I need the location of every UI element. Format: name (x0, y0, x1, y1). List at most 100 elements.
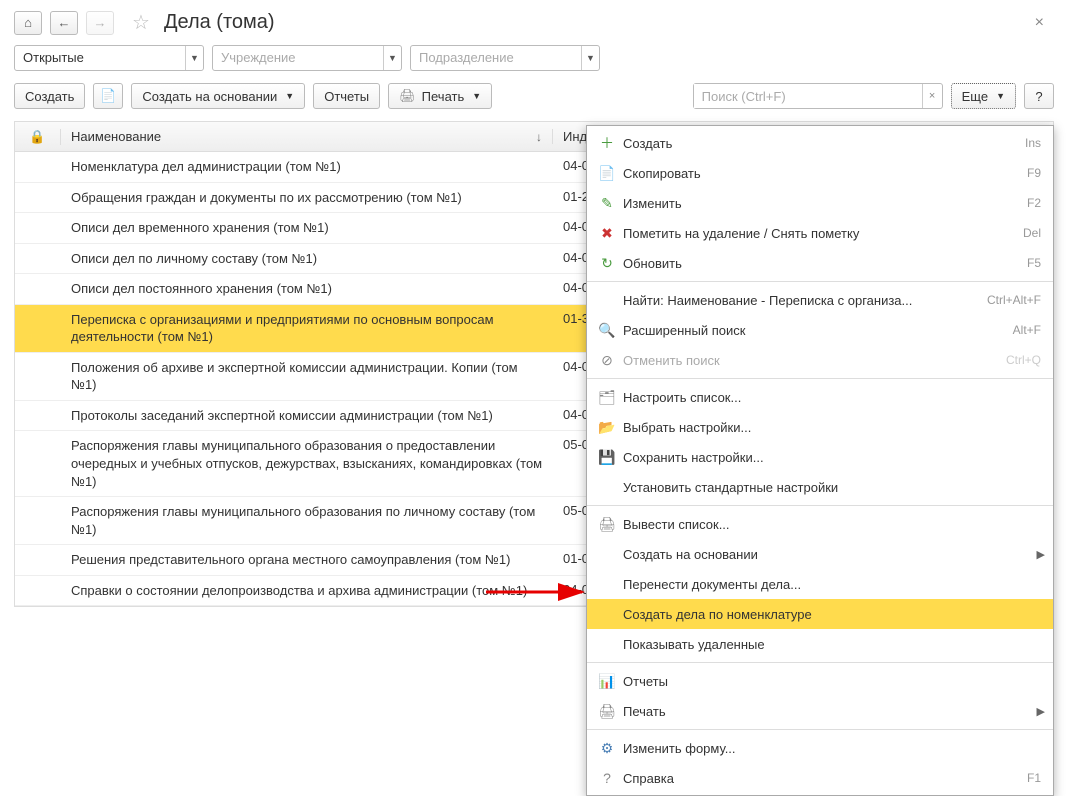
menu-item-label: Справка (623, 771, 1027, 786)
more-button[interactable]: Еще ▼ (951, 83, 1016, 109)
menu-item-label: Создать (623, 136, 1025, 151)
menu-item[interactable]: 📂 Выбрать настройки... (587, 412, 1053, 442)
search-box[interactable]: × (693, 83, 943, 109)
name-cell: Переписка с организациями и предприятиям… (61, 305, 553, 352)
menu-item[interactable]: ＋ СоздатьIns (587, 128, 1053, 158)
menu-item[interactable]: Создать дела по номенклатуре (587, 599, 1053, 629)
name-cell: Описи дел постоянного хранения (том №1) (61, 274, 553, 304)
menu-item[interactable]: 🔍Расширенный поискAlt+F (587, 315, 1053, 345)
lock-column-header[interactable]: 🔒 (15, 129, 61, 145)
create-based-button[interactable]: Создать на основании ▼ (131, 83, 305, 109)
menu-item[interactable]: ⊘Отменить поискCtrl+Q (587, 345, 1053, 375)
menu-item-icon: 🗂 (595, 389, 619, 406)
menu-item-label: Создать на основании (623, 547, 1041, 562)
dept-filter[interactable]: Подразделение ▼ (410, 45, 600, 71)
menu-item-icon: 📄 (595, 165, 619, 182)
menu-item[interactable]: 🖨Вывести список... (587, 509, 1053, 539)
menu-item-shortcut: Ctrl+Q (1006, 353, 1041, 367)
menu-item-icon: 📂 (595, 419, 619, 436)
chevron-down-icon[interactable]: ▼ (383, 46, 401, 70)
name-cell: Обращения граждан и документы по их расс… (61, 183, 553, 213)
close-button[interactable]: × (1035, 14, 1044, 32)
menu-item[interactable]: 💾Сохранить настройки... (587, 442, 1053, 472)
name-cell: Решения представительного органа местног… (61, 545, 553, 575)
create-button-label: Создать (25, 89, 74, 104)
print-button[interactable]: 🖨Печать▼ (388, 83, 492, 109)
menu-item[interactable]: Перенести документы дела... (587, 569, 1053, 599)
name-cell: Описи дел временного хранения (том №1) (61, 213, 553, 243)
menu-item-icon: ? (595, 770, 619, 786)
create-based-label: Создать на основании (142, 89, 277, 104)
dept-filter-placeholder: Подразделение (411, 46, 581, 70)
menu-separator (587, 729, 1053, 730)
chevron-down-icon: ▼ (472, 91, 481, 101)
menu-item-icon: 📊 (595, 673, 619, 690)
menu-item[interactable]: Установить стандартные настройки (587, 472, 1053, 502)
chevron-down-icon[interactable]: ▼ (185, 46, 203, 70)
search-input[interactable] (694, 84, 922, 108)
chevron-down-icon[interactable]: ▼ (581, 46, 599, 70)
page-title: Дела (тома) (164, 11, 275, 34)
menu-item-label: Пометить на удаление / Снять пометку (623, 226, 1023, 241)
name-cell: Распоряжения главы муниципального образо… (61, 431, 553, 496)
menu-item-shortcut: F9 (1027, 166, 1041, 180)
menu-item[interactable]: Показывать удаленные (587, 629, 1053, 659)
menu-item-label: Вывести список... (623, 517, 1041, 532)
menu-item-label: Выбрать настройки... (623, 420, 1041, 435)
print-label: Печать (422, 89, 465, 104)
menu-item-shortcut: Ctrl+Alt+F (987, 293, 1041, 307)
menu-item-label: Обновить (623, 256, 1027, 271)
menu-item[interactable]: 🖨Печать▶ (587, 696, 1053, 726)
sort-indicator-icon: ↓ (536, 130, 542, 144)
reports-label: Отчеты (324, 89, 369, 104)
status-filter[interactable]: Открытые ▼ (14, 45, 204, 71)
reports-button[interactable]: Отчеты (313, 83, 380, 109)
name-column-header[interactable]: Наименование ↓ (61, 129, 553, 144)
back-button[interactable]: ← (50, 11, 78, 35)
menu-item-label: Настроить список... (623, 390, 1041, 405)
menu-item[interactable]: ✖Пометить на удаление / Снять пометкуDel (587, 218, 1053, 248)
menu-item-shortcut: F1 (1027, 771, 1041, 785)
menu-item-shortcut: Ins (1025, 136, 1041, 150)
org-filter[interactable]: Учреждение ▼ (212, 45, 402, 71)
menu-item-shortcut: F5 (1027, 256, 1041, 270)
copy-icon: 📄 (100, 88, 116, 104)
name-cell: Справки о состоянии делопроизводства и а… (61, 576, 553, 606)
menu-item-shortcut: Alt+F (1013, 323, 1041, 337)
menu-item[interactable]: 📊 Отчеты (587, 666, 1053, 696)
menu-item[interactable]: ↻ОбновитьF5 (587, 248, 1053, 278)
more-label: Еще (962, 89, 988, 104)
menu-item-icon: ＋ (595, 133, 619, 153)
home-button[interactable]: ⌂ (14, 11, 42, 35)
menu-item[interactable]: 🗂 Настроить список... (587, 382, 1053, 412)
search-clear-button[interactable]: × (922, 84, 942, 108)
menu-item-label: Создать дела по номенклатуре (623, 607, 1041, 622)
menu-item[interactable]: Найти: Наименование - Переписка с органи… (587, 285, 1053, 315)
chevron-down-icon: ▼ (285, 91, 294, 101)
help-button[interactable]: ? (1024, 83, 1054, 109)
name-column-label: Наименование (71, 129, 161, 144)
help-icon: ? (1035, 89, 1042, 104)
menu-item[interactable]: ? СправкаF1 (587, 763, 1053, 793)
menu-item[interactable]: ✎ИзменитьF2 (587, 188, 1053, 218)
menu-item-label: Отчеты (623, 674, 1041, 689)
menu-item[interactable]: 📄 СкопироватьF9 (587, 158, 1053, 188)
org-filter-placeholder: Учреждение (213, 46, 383, 70)
menu-item-label: Изменить форму... (623, 741, 1041, 756)
name-cell: Протоколы заседаний экспертной комиссии … (61, 401, 553, 431)
menu-item-shortcut: Del (1023, 226, 1041, 240)
menu-item[interactable]: Создать на основании▶ (587, 539, 1053, 569)
forward-button[interactable]: → (86, 11, 114, 35)
menu-item-label: Сохранить настройки... (623, 450, 1041, 465)
menu-separator (587, 281, 1053, 282)
chevron-down-icon: ▼ (996, 91, 1005, 101)
create-button[interactable]: Создать (14, 83, 85, 109)
favorite-star-icon[interactable]: ☆ (132, 10, 150, 35)
menu-item-label: Изменить (623, 196, 1027, 211)
menu-item-icon: ✎ (595, 195, 619, 212)
name-cell: Описи дел по личному составу (том №1) (61, 244, 553, 274)
copy-button[interactable]: 📄 (93, 83, 123, 109)
menu-item-label: Скопировать (623, 166, 1027, 181)
menu-item-icon: ⊘ (595, 352, 619, 369)
menu-item-label: Печать (623, 704, 1041, 719)
